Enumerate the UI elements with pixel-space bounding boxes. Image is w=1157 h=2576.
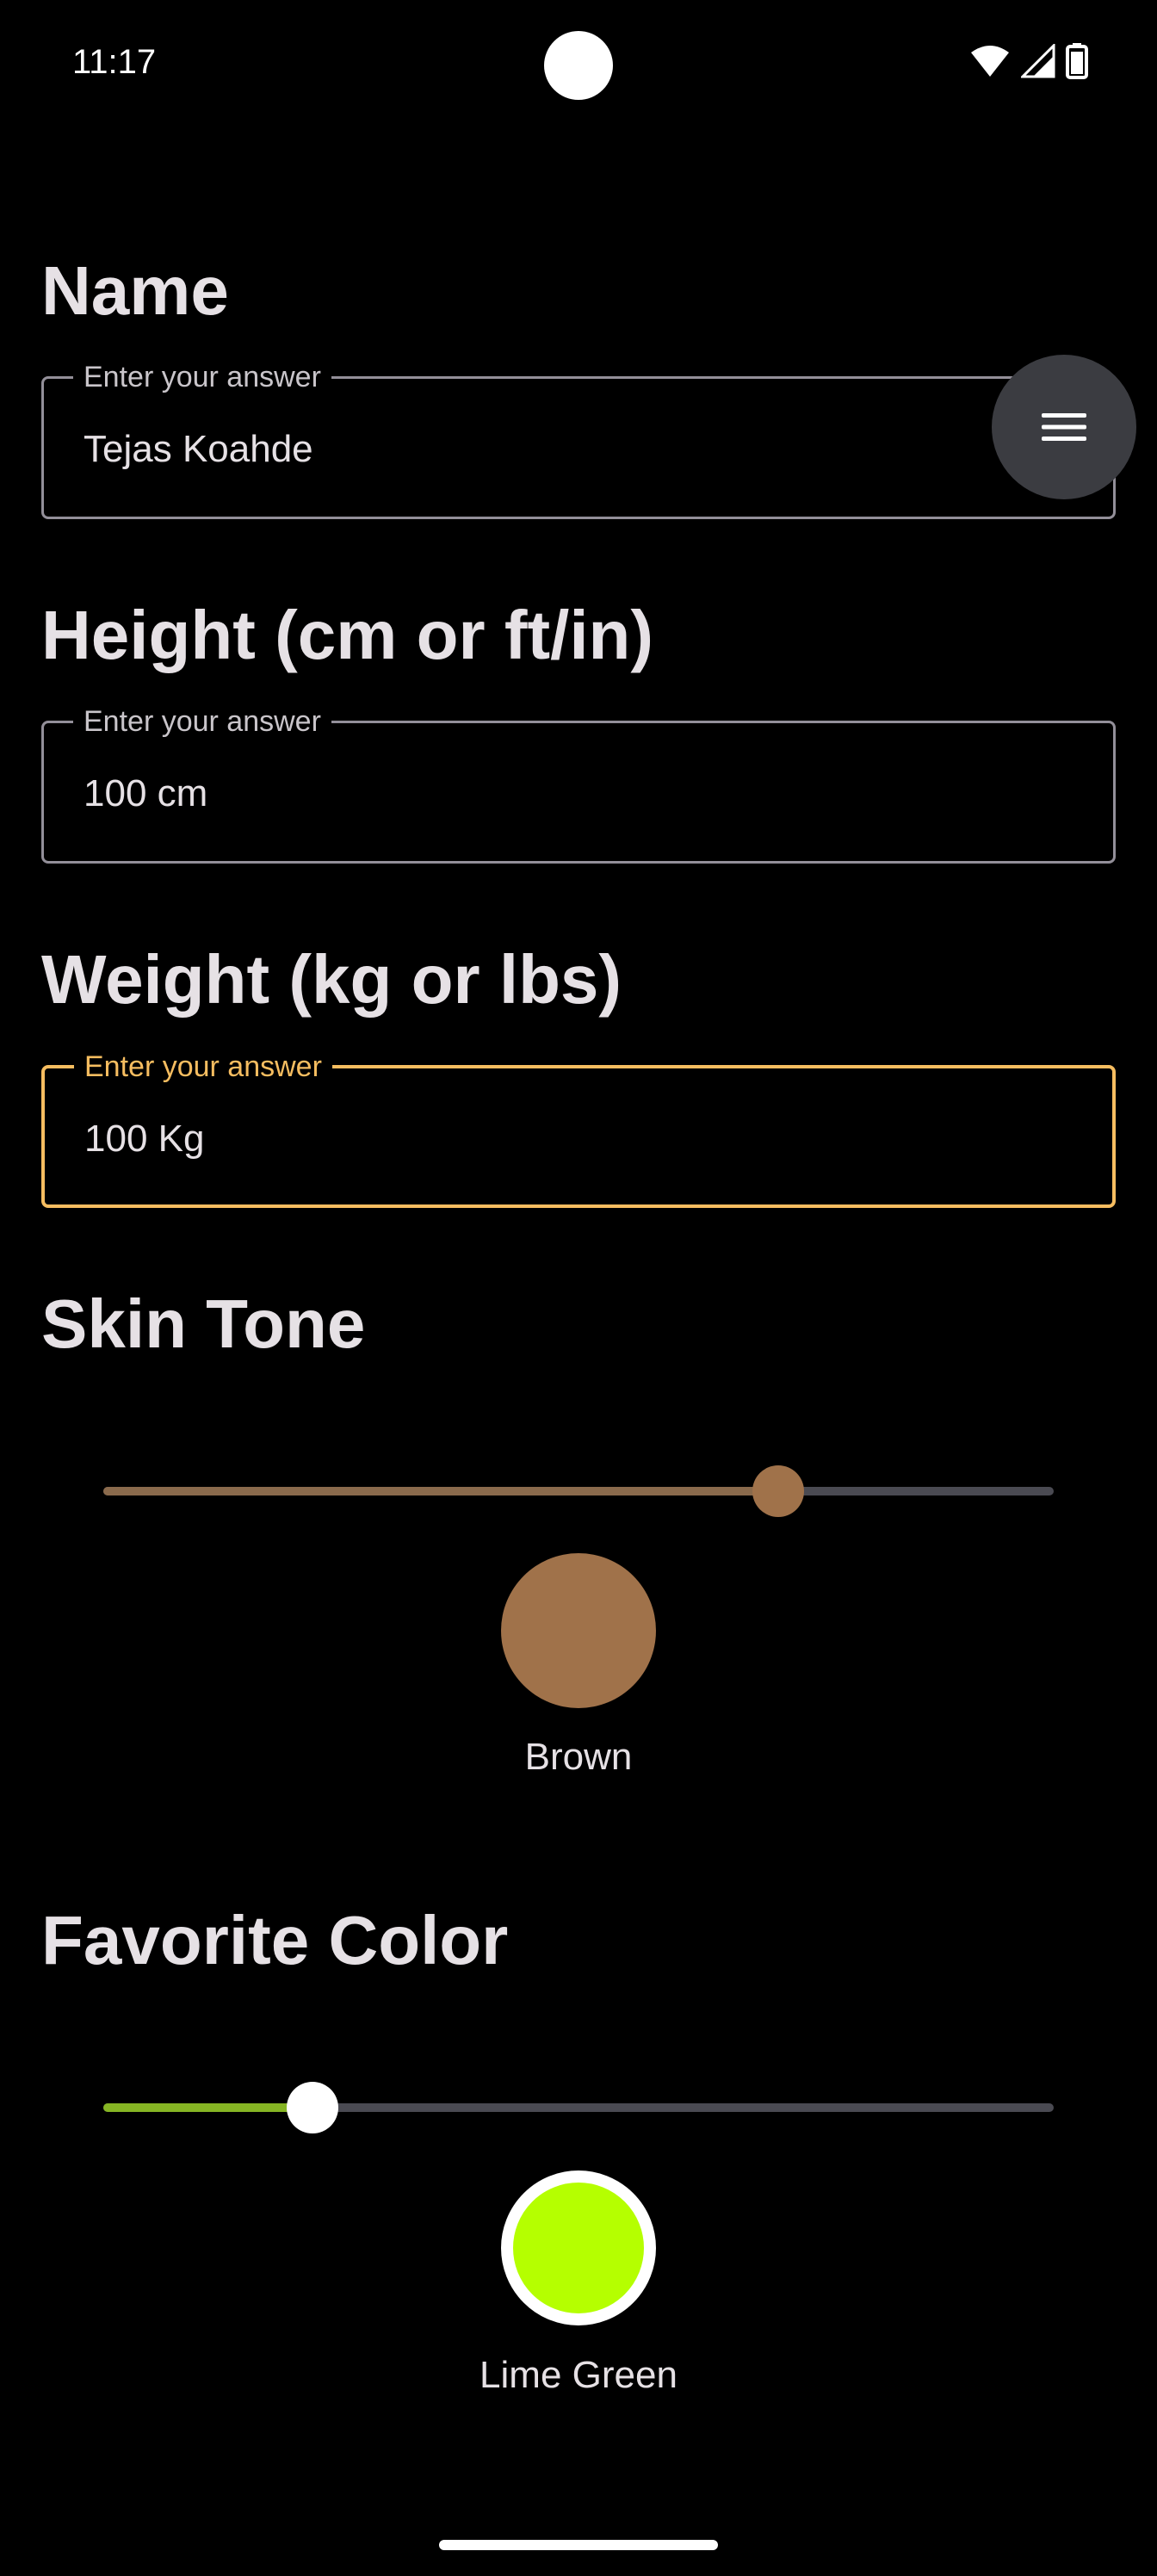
- home-indicator[interactable]: [439, 2540, 718, 2550]
- favorite-color-slider-fill: [103, 2103, 312, 2112]
- favorite-color-swatch: [501, 2170, 656, 2325]
- status-bar: 11:17: [0, 0, 1157, 129]
- battery-icon: [1066, 43, 1088, 79]
- weight-field[interactable]: Enter your answer 100 Kg: [41, 1050, 1116, 1208]
- weight-field-label: Enter your answer: [74, 1050, 332, 1084]
- skin-tone-slider[interactable]: [103, 1457, 1054, 1526]
- name-title: Name: [41, 252, 229, 329]
- weight-title: Weight (kg or lbs): [41, 941, 622, 1018]
- wifi-icon: [971, 46, 1009, 77]
- status-time: 11:17: [72, 43, 157, 81]
- height-input[interactable]: 100 cm: [84, 771, 207, 816]
- weight-input[interactable]: 100 Kg: [84, 1117, 204, 1161]
- favorite-color-slider-thumb[interactable]: [287, 2082, 338, 2133]
- name-field[interactable]: Enter your answer Tejas Koahde: [41, 360, 1116, 519]
- skin-tone-slider-thumb[interactable]: [752, 1465, 804, 1517]
- name-input[interactable]: Tejas Koahde: [84, 427, 313, 472]
- height-field[interactable]: Enter your answer 100 cm: [41, 704, 1116, 864]
- menu-icon: [1042, 413, 1086, 441]
- camera-cutout: [544, 31, 613, 100]
- cell-signal-icon: [1021, 44, 1055, 78]
- height-field-label: Enter your answer: [73, 704, 331, 739]
- skin-tone-title: Skin Tone: [41, 1285, 366, 1362]
- skin-tone-slider-fill: [103, 1487, 778, 1495]
- favorite-color-slider[interactable]: [103, 2073, 1054, 2142]
- height-title: Height (cm or ft/in): [41, 597, 654, 673]
- skin-tone-label: Brown: [524, 1736, 633, 1778]
- name-field-label: Enter your answer: [73, 360, 331, 394]
- status-icons: [969, 43, 1088, 79]
- favorite-color-title: Favorite Color: [41, 1902, 509, 1978]
- skin-tone-swatch: [501, 1553, 656, 1708]
- menu-button[interactable]: [992, 355, 1136, 499]
- favorite-color-label: Lime Green: [480, 2354, 677, 2396]
